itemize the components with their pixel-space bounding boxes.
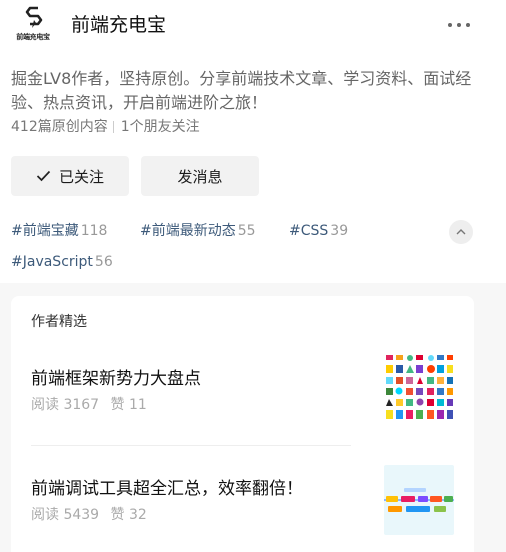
chevron-up-icon: [456, 229, 466, 235]
article-count: 412篇原创内容: [11, 119, 108, 135]
friends-following[interactable]: 1个朋友关注: [121, 117, 200, 137]
account-intro: 掘金LV8作者，坚持原创。分享前端技术文章、学习资料、面试经验、热点资讯，开启前…: [11, 69, 472, 112]
article-reads: 阅读 5439: [31, 507, 100, 523]
article-reads: 阅读 3167: [31, 397, 100, 413]
tag-css[interactable]: #CSS 39: [289, 219, 348, 243]
message-button[interactable]: 发消息: [141, 156, 259, 196]
tag-count: 118: [80, 223, 108, 239]
article-likes: 赞 11: [110, 397, 147, 413]
tag-frontend-treasure[interactable]: #前端宝藏 118: [11, 219, 107, 243]
featured-article[interactable]: 前端调试工具超全汇总，效率翻倍！ 阅读 5439 赞 32: [31, 465, 454, 537]
account-stats: 412篇原创内容 1个朋友关注: [11, 117, 200, 137]
more-options-icon[interactable]: [448, 14, 470, 36]
article-thumbnail: [384, 465, 454, 535]
featured-card: 作者精选 前端框架新势力大盘点 阅读 3167 赞 11 前端调试工具超全汇总，…: [11, 296, 474, 552]
account-header: 前端充电宝 前端充电宝: [0, 0, 506, 52]
featured-article[interactable]: 前端框架新势力大盘点 阅读 3167 赞 11: [31, 353, 454, 427]
checkmark-icon: [36, 170, 51, 182]
logo-mark-icon: [25, 6, 43, 28]
tag-count: 39: [330, 223, 349, 239]
article-meta: 阅读 3167 赞 11: [31, 395, 147, 415]
stats-divider: [112, 121, 114, 133]
article-divider: [31, 445, 351, 446]
follow-button-label: 已关注: [58, 167, 104, 186]
article-title: 前端调试工具超全汇总，效率翻倍！: [31, 479, 303, 499]
article-meta: 阅读 5439 赞 32: [31, 505, 147, 525]
tag-count: 56: [94, 254, 113, 270]
tag-javascript[interactable]: #JavaScript 56: [11, 250, 113, 274]
tag-name: #CSS: [289, 223, 329, 239]
article-title: 前端框架新势力大盘点: [31, 369, 201, 389]
tag-frontend-news[interactable]: #前端最新动态 55: [140, 219, 256, 243]
account-logo[interactable]: 前端充电宝: [13, 6, 53, 42]
logo-text: 前端充电宝: [16, 33, 50, 41]
tag-count: 55: [237, 223, 256, 239]
featured-title: 作者精选: [31, 314, 87, 330]
tag-name: #前端宝藏: [11, 223, 79, 239]
tag-name: #JavaScript: [11, 254, 93, 270]
framework-logos-image: [386, 355, 453, 419]
article-likes: 赞 32: [110, 507, 147, 523]
collapse-tags-button[interactable]: [449, 220, 473, 244]
article-thumbnail: [384, 353, 454, 423]
debug-tools-image: [384, 488, 454, 512]
account-name: 前端充电宝: [71, 14, 167, 36]
follow-button[interactable]: 已关注: [11, 156, 129, 196]
tag-name: #前端最新动态: [140, 223, 236, 239]
message-button-label: 发消息: [177, 167, 223, 186]
